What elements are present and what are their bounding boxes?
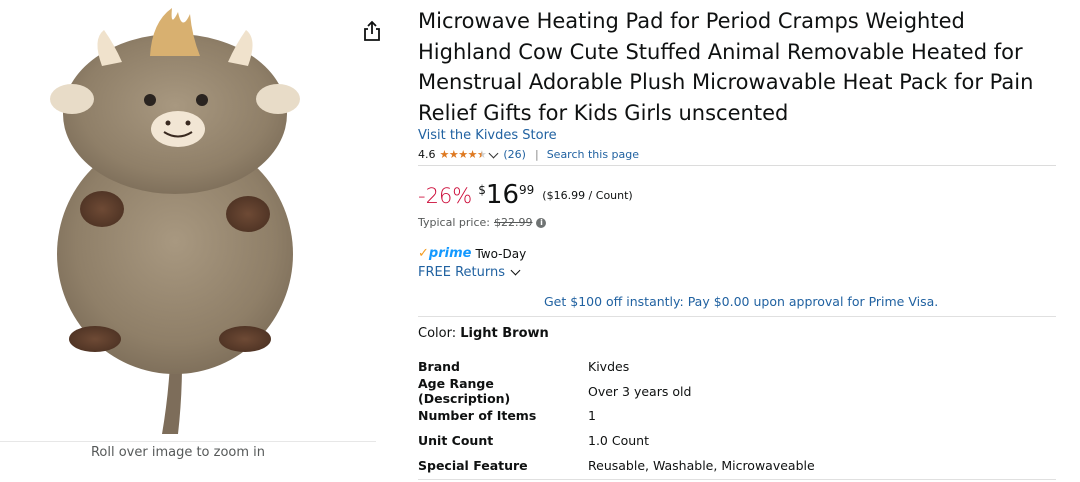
spec-key: Age Range (Description) <box>418 376 511 407</box>
table-row: Age Range (Description) Over 3 years old <box>418 376 815 407</box>
spec-key: Unit Count <box>418 433 494 449</box>
table-row: Number of Items 1 <box>418 404 815 429</box>
star-icon: ★ <box>448 148 459 161</box>
spec-key: Special Feature <box>418 458 528 474</box>
two-day-label: Two-Day <box>475 246 527 261</box>
product-image[interactable] <box>40 4 310 440</box>
divider <box>418 316 1056 317</box>
separator: | <box>534 148 539 161</box>
free-returns-label: FREE Returns <box>418 265 505 280</box>
product-title: Microwave Heating Pad for Period Cramps … <box>418 9 1034 125</box>
rating-row: 4.6 ★ ★ ★ ★ ★ (26) | Search this page <box>418 148 639 161</box>
image-panel: Roll over image to zoom in <box>0 0 380 482</box>
star-icon: ★ <box>458 148 468 161</box>
prime-label: prime <box>428 246 472 261</box>
star-icon: ★ <box>467 148 478 161</box>
chevron-down-icon[interactable] <box>488 148 499 158</box>
divider <box>418 165 1056 166</box>
spec-value: 1 <box>588 408 596 424</box>
spec-value: 1.0 Count <box>588 433 649 449</box>
star-icon: ★ <box>439 148 450 161</box>
spec-value: Over 3 years old <box>588 383 692 399</box>
info-icon[interactable]: i <box>536 217 547 228</box>
spec-value: Kivdes <box>588 358 630 374</box>
store-link[interactable]: Visit the Kivdes Store <box>418 128 557 143</box>
divider <box>418 479 1056 480</box>
star-rating[interactable]: ★ ★ ★ ★ ★ <box>440 148 487 161</box>
color-label: Color: <box>418 326 457 341</box>
half-star-icon: ★ <box>477 148 487 161</box>
price-per-unit: ($16.99 / Count) <box>542 189 633 202</box>
price-fraction: 99 <box>519 183 535 197</box>
spec-value: Reusable, Washable, Microwaveable <box>588 458 815 474</box>
prime-check-icon: ✓ <box>418 246 429 261</box>
color-value: Light Brown <box>460 326 549 341</box>
spec-key: Number of Items <box>418 408 537 424</box>
image-divider <box>0 441 376 442</box>
zoom-hint: Roll over image to zoom in <box>90 445 266 460</box>
typical-price-label: Typical price: <box>418 216 490 229</box>
chevron-down-icon <box>510 265 521 276</box>
color-selection: Color: Light Brown <box>418 326 549 341</box>
table-row: Unit Count 1.0 Count <box>418 428 815 453</box>
free-returns-link[interactable]: FREE Returns <box>418 265 521 280</box>
rating-value: 4.6 <box>418 148 436 161</box>
price-currency: $ <box>478 183 486 197</box>
product-specs-table: Brand Kivdes Age Range (Description) Ove… <box>418 354 815 478</box>
share-icon[interactable] <box>362 20 382 42</box>
price-row: -26% $ 16 99 ($16.99 / Count) <box>418 180 633 210</box>
table-row: Brand Kivdes <box>418 354 815 379</box>
price-whole: 16 <box>485 180 519 210</box>
table-row: Special Feature Reusable, Washable, Micr… <box>418 453 815 478</box>
spec-key: Brand <box>418 358 460 374</box>
prime-badge[interactable]: ✓ prime Two-Day <box>418 246 526 261</box>
typical-price: Typical price: $22.99 i <box>418 216 547 229</box>
discount-percent: -26% <box>418 184 473 208</box>
search-page-link[interactable]: Search this page <box>547 148 639 161</box>
rating-count[interactable]: (26) <box>503 148 526 161</box>
prime-visa-promo[interactable]: Get $100 off instantly: Pay $0.00 upon a… <box>544 294 938 309</box>
typical-price-value: $22.99 <box>493 216 533 229</box>
